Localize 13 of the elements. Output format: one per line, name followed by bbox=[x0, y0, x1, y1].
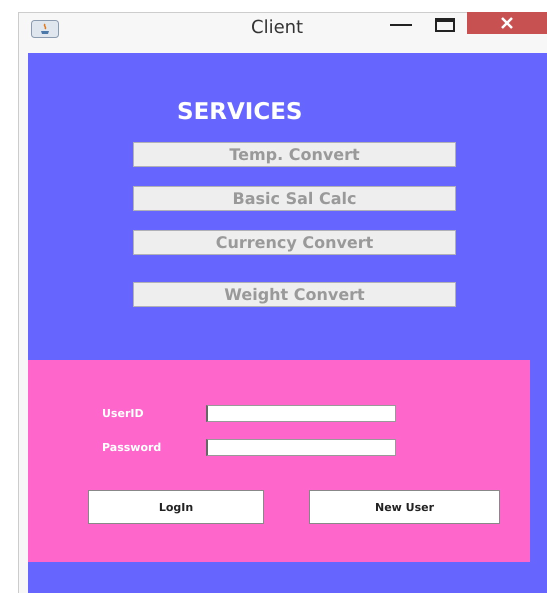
field-label: UserID bbox=[102, 406, 145, 420]
maximize-icon bbox=[435, 18, 455, 32]
form-button[interactable]: LogIn bbox=[88, 490, 264, 524]
form-button[interactable]: New User bbox=[309, 490, 500, 524]
app-icon bbox=[31, 20, 59, 38]
window-title: Client bbox=[251, 17, 304, 38]
minimize-icon bbox=[390, 23, 412, 27]
input-field[interactable] bbox=[206, 438, 396, 456]
close-button[interactable] bbox=[467, 12, 547, 34]
field-label: Password bbox=[102, 440, 162, 454]
services-heading: SERVICES bbox=[177, 99, 303, 125]
close-icon bbox=[500, 17, 514, 29]
input-field[interactable] bbox=[206, 404, 396, 422]
